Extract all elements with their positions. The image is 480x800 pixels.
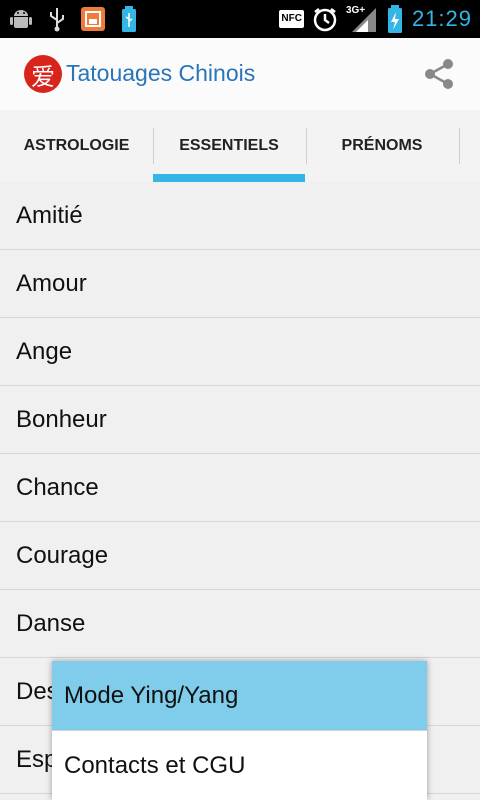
selected-tab-indicator <box>153 174 305 182</box>
alarm-icon <box>312 6 338 32</box>
list-item[interactable]: Bonheur <box>0 386 480 454</box>
list-item-label: Danse <box>16 609 86 637</box>
tab-divider <box>459 128 460 164</box>
list-item[interactable]: Chance <box>0 454 480 522</box>
tab-astrologie[interactable]: ASTROLOGIE <box>0 110 153 182</box>
list-item[interactable]: Amitié <box>0 182 480 250</box>
tab-essentiels[interactable]: ESSENTIELS <box>153 110 305 182</box>
list-item[interactable]: Danse <box>0 590 480 658</box>
menu-item-contacts-cgu[interactable]: Contacts et CGU <box>52 731 427 800</box>
menu-item-mode-ying-yang[interactable]: Mode Ying/Yang <box>52 661 427 730</box>
list-item-label: Amitié <box>16 201 83 229</box>
status-bar-right: NFC 3G+ 21:29 <box>279 4 472 34</box>
share-icon[interactable] <box>422 57 456 91</box>
list-item-label: Chance <box>16 473 99 501</box>
menu-item-label: Mode Ying/Yang <box>64 681 239 709</box>
list-item-label: Amour <box>16 269 87 297</box>
menu-item-label: Contacts et CGU <box>64 751 246 779</box>
app-title: Tatouages Chinois <box>66 60 256 86</box>
overflow-menu: Mode Ying/Yang Contacts et CGU <box>52 661 427 800</box>
status-bar: NFC 3G+ 21:29 <box>0 0 480 38</box>
signal-icon: 3G+ <box>345 5 378 32</box>
nfc-icon: NFC <box>279 10 304 28</box>
network-type-label: 3G+ <box>345 5 366 16</box>
clock: 21:29 <box>411 6 472 31</box>
status-bar-left <box>8 4 142 34</box>
battery-charging-icon <box>386 5 404 33</box>
app-bar: 爱 Tatouages Chinois <box>0 38 480 111</box>
android-icon <box>8 6 34 32</box>
list-item[interactable]: Amour <box>0 250 480 318</box>
battery-usb-icon <box>116 6 142 32</box>
list-item-label: Bonheur <box>16 405 107 433</box>
app-logo[interactable]: 爱 <box>24 55 62 93</box>
notification-app-icon <box>80 6 106 32</box>
list-item[interactable]: Courage <box>0 522 480 590</box>
list-item[interactable]: Ange <box>0 318 480 386</box>
list-item-label: Courage <box>16 541 109 569</box>
tab-bar: ASTROLOGIE ESSENTIELS PRÉNOMS <box>0 110 480 182</box>
list-item-label: Ange <box>16 337 73 365</box>
usb-icon <box>44 6 70 32</box>
tab-prenoms[interactable]: PRÉNOMS <box>306 110 458 182</box>
